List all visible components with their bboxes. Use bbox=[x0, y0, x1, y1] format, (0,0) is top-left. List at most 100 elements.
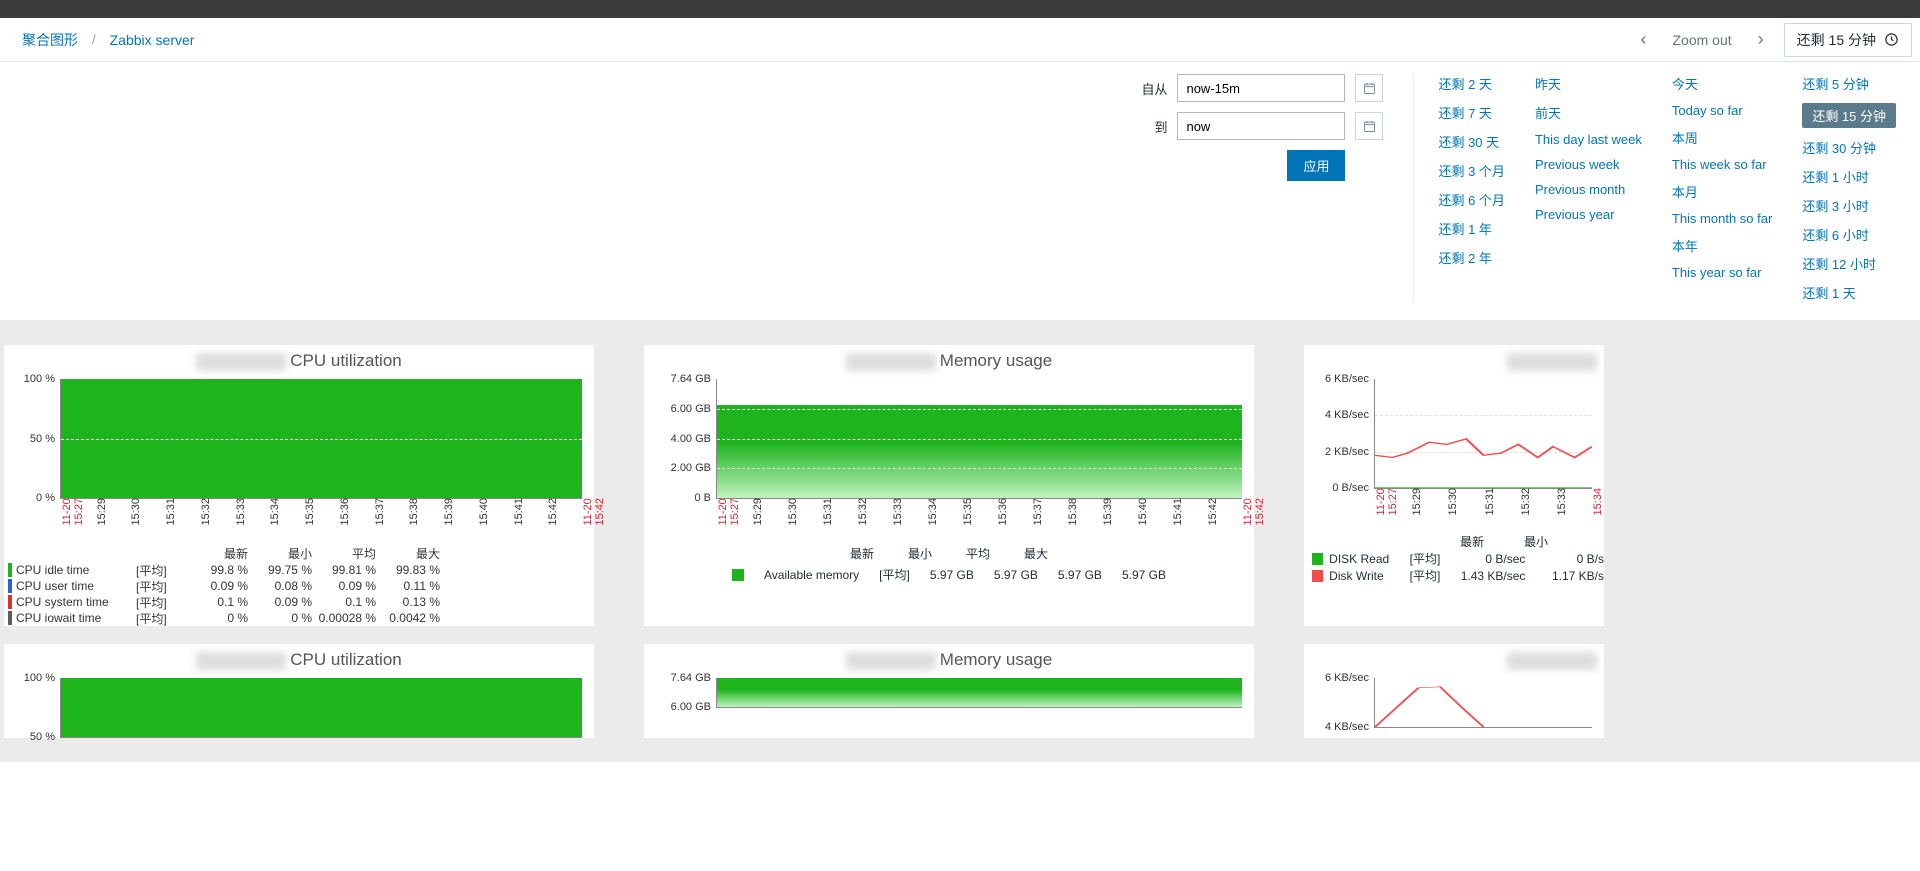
time-range-label: 还剩 15 分钟 bbox=[1797, 30, 1876, 50]
time-preset-link[interactable]: Previous week bbox=[1535, 157, 1642, 172]
x-tick: 15:36 bbox=[339, 498, 351, 532]
graph-title: CPU utilization bbox=[4, 644, 594, 678]
calendar-icon bbox=[1362, 81, 1377, 96]
time-preset-link[interactable]: Today so far bbox=[1672, 103, 1772, 118]
time-preset-link[interactable]: Previous month bbox=[1535, 182, 1642, 197]
x-tick: 15:34 bbox=[269, 498, 281, 532]
calendar-icon bbox=[1362, 119, 1377, 134]
time-preset-link[interactable]: This month so far bbox=[1672, 211, 1772, 226]
to-input[interactable] bbox=[1177, 112, 1345, 140]
time-range-display[interactable]: 还剩 15 分钟 bbox=[1784, 23, 1912, 57]
time-preset-link[interactable]: 本月 bbox=[1672, 182, 1772, 201]
x-tick: 15:33 bbox=[235, 498, 247, 532]
y-tick: 0 B bbox=[694, 492, 717, 504]
breadcrumb-parent[interactable]: 聚合图形 bbox=[8, 30, 92, 50]
from-input[interactable] bbox=[1177, 74, 1345, 102]
plot-area: 100 %50 %0 %11-20 15:2715:2915:3015:3115… bbox=[60, 379, 582, 499]
top-menu-bar bbox=[0, 0, 1920, 18]
time-preset-link[interactable]: 还剩 30 天 bbox=[1438, 132, 1504, 151]
plot-area: 100 %50 % bbox=[60, 678, 582, 738]
graphs-container: CPU utilization100 %50 %0 %11-20 15:2715… bbox=[0, 321, 1920, 762]
x-tick: 15:39 bbox=[1102, 498, 1114, 532]
time-preset-link[interactable]: 还剩 1 小时 bbox=[1802, 167, 1896, 186]
x-tick: 15:40 bbox=[1137, 498, 1149, 532]
apply-button[interactable]: 应用 bbox=[1287, 150, 1345, 181]
y-tick: 2.00 GB bbox=[671, 462, 717, 474]
y-tick: 6 KB/sec bbox=[1325, 373, 1375, 385]
x-tick: 11-20 15:27 bbox=[717, 498, 741, 532]
x-tick: 15:33 bbox=[1556, 488, 1568, 522]
time-preset-link[interactable]: 还剩 6 个月 bbox=[1438, 190, 1504, 209]
time-nav: ‹ Zoom out › bbox=[1641, 29, 1764, 50]
breadcrumb-current[interactable]: Zabbix server bbox=[96, 32, 209, 48]
time-preset-link[interactable]: This day last week bbox=[1535, 132, 1642, 147]
time-preset-link[interactable]: 还剩 1 年 bbox=[1438, 219, 1504, 238]
preset-column: 还剩 5 分钟还剩 15 分钟还剩 30 分钟还剩 1 小时还剩 3 小时还剩 … bbox=[1802, 74, 1896, 302]
time-prev-icon[interactable]: ‹ bbox=[1641, 29, 1647, 50]
time-preset-link[interactable]: 还剩 30 分钟 bbox=[1802, 138, 1896, 157]
x-tick: 15:35 bbox=[962, 498, 974, 532]
x-tick: 15:31 bbox=[1484, 488, 1496, 522]
time-presets: 还剩 2 天还剩 7 天还剩 30 天还剩 3 个月还剩 6 个月还剩 1 年还… bbox=[1414, 74, 1920, 302]
time-preset-link[interactable]: 前天 bbox=[1535, 103, 1642, 122]
x-tick: 11-20 15:42 bbox=[1242, 498, 1266, 532]
x-tick: 15:40 bbox=[478, 498, 490, 532]
time-preset-link[interactable]: 昨天 bbox=[1535, 74, 1642, 93]
time-preset-link[interactable]: 还剩 15 分钟 bbox=[1802, 103, 1896, 128]
memory-graph: Memory usage7.64 GB6.00 GB bbox=[644, 644, 1254, 738]
x-tick: 15:38 bbox=[1067, 498, 1079, 532]
x-tick: 15:36 bbox=[997, 498, 1009, 532]
time-preset-link[interactable]: This week so far bbox=[1672, 157, 1772, 172]
time-preset-link[interactable]: 还剩 7 天 bbox=[1438, 103, 1504, 122]
legend-table: 最新最小平均最大CPU idle time[平均]99.8 %99.75 %99… bbox=[4, 545, 594, 626]
time-preset-link[interactable]: 今天 bbox=[1672, 74, 1772, 93]
legend-row: Disk Write[平均]1.43 KB/sec1.17 KB/s bbox=[1312, 567, 1604, 584]
graph-title: CPU utilization bbox=[4, 345, 594, 379]
time-preset-link[interactable]: 还剩 6 小时 bbox=[1802, 225, 1896, 244]
y-tick: 0 % bbox=[36, 492, 61, 504]
legend: 最新最小DISK Read[平均]0 B/sec0 B/sDisk Write[… bbox=[1304, 533, 1604, 584]
time-preset-link[interactable]: 还剩 2 天 bbox=[1438, 74, 1504, 93]
legend-row: CPU idle time[平均]99.8 %99.75 %99.81 %99.… bbox=[8, 562, 594, 578]
legend-row: DISK Read[平均]0 B/sec0 B/s bbox=[1312, 550, 1604, 567]
time-preset-link[interactable]: Previous year bbox=[1535, 207, 1642, 222]
time-preset-link[interactable]: This year so far bbox=[1672, 265, 1772, 280]
plot-area: 7.64 GB6.00 GB bbox=[716, 678, 1242, 708]
cpu-graph: CPU utilization100 %50 %0 %11-20 15:2715… bbox=[4, 345, 594, 626]
time-preset-link[interactable]: 还剩 2 年 bbox=[1438, 248, 1504, 267]
zoom-out-button[interactable]: Zoom out bbox=[1673, 32, 1732, 48]
x-tick: 15:37 bbox=[1032, 498, 1044, 532]
time-controls: ‹ Zoom out › 还剩 15 分钟 bbox=[1641, 23, 1913, 57]
time-preset-link[interactable]: 本周 bbox=[1672, 128, 1772, 147]
x-tick: 11-20 15:27 bbox=[1375, 488, 1399, 522]
time-preset-link[interactable]: 还剩 1 天 bbox=[1802, 283, 1896, 302]
breadcrumb: 聚合图形 / Zabbix server bbox=[8, 30, 208, 50]
legend-row: CPU iowait time[平均]0 %0 %0.00028 %0.0042… bbox=[8, 610, 594, 626]
y-tick: 50 % bbox=[30, 731, 61, 743]
x-tick: 15:32 bbox=[857, 498, 869, 532]
time-preset-link[interactable]: 还剩 3 个月 bbox=[1438, 161, 1504, 180]
time-preset-link[interactable]: 还剩 3 小时 bbox=[1802, 196, 1896, 215]
graph-title: Memory usage bbox=[644, 644, 1254, 678]
time-preset-link[interactable]: 还剩 12 小时 bbox=[1802, 254, 1896, 273]
x-tick: 15:30 bbox=[130, 498, 142, 532]
y-tick: 4 KB/sec bbox=[1325, 409, 1375, 421]
time-next-icon[interactable]: › bbox=[1758, 29, 1764, 50]
time-preset-link[interactable]: 本年 bbox=[1672, 236, 1772, 255]
to-calendar-button[interactable] bbox=[1355, 112, 1383, 140]
x-tick: 15:41 bbox=[513, 498, 525, 532]
time-preset-link[interactable]: 还剩 5 分钟 bbox=[1802, 74, 1896, 93]
graph-title: Memory usage bbox=[644, 345, 1254, 379]
x-tick: 15:39 bbox=[443, 498, 455, 532]
y-tick: 7.64 GB bbox=[671, 672, 717, 684]
cpu-graph: CPU utilization100 %50 % bbox=[4, 644, 594, 738]
y-tick: 6.00 GB bbox=[671, 403, 717, 415]
y-tick: 100 % bbox=[24, 672, 61, 684]
x-tick: 15:29 bbox=[1411, 488, 1423, 522]
plot-area: 6 KB/sec4 KB/sec bbox=[1374, 678, 1592, 728]
x-tick: 15:35 bbox=[304, 498, 316, 532]
legend-row: Available memory[平均]5.97 GB5.97 GB5.97 G… bbox=[732, 566, 1166, 583]
y-tick: 7.64 GB bbox=[671, 373, 717, 385]
disk-graph: 6 KB/sec4 KB/sec2 KB/sec0 B/sec11-20 15:… bbox=[1304, 345, 1604, 626]
from-calendar-button[interactable] bbox=[1355, 74, 1383, 102]
